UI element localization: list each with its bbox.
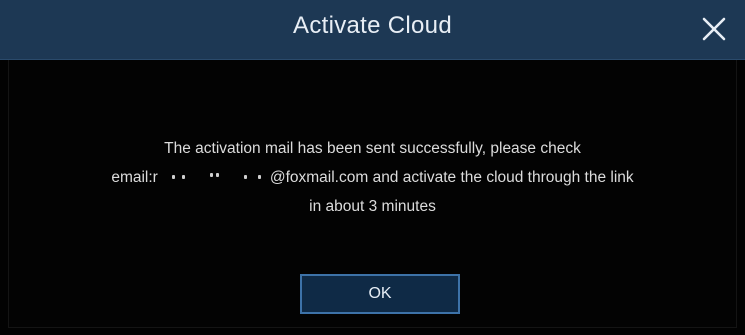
email-prefix: email:r	[111, 169, 158, 186]
message-line-2: email:r @foxmail.com and activate the clo…	[0, 163, 745, 192]
dialog-title-bar: Activate Cloud	[0, 0, 745, 60]
dialog-title: Activate Cloud	[293, 12, 452, 39]
email-suffix: @foxmail.com and activate the cloud thro…	[269, 169, 634, 186]
masked-email	[158, 172, 270, 183]
activate-cloud-dialog: Activate Cloud The activation mail has b…	[0, 0, 745, 335]
close-button[interactable]	[697, 12, 731, 46]
close-icon	[702, 17, 726, 41]
message-line-1: The activation mail has been sent succes…	[164, 140, 581, 157]
message-line-3: in about 3 minutes	[309, 198, 436, 215]
activation-message: The activation mail has been sent succes…	[0, 134, 745, 221]
ok-button[interactable]: OK	[300, 274, 460, 314]
